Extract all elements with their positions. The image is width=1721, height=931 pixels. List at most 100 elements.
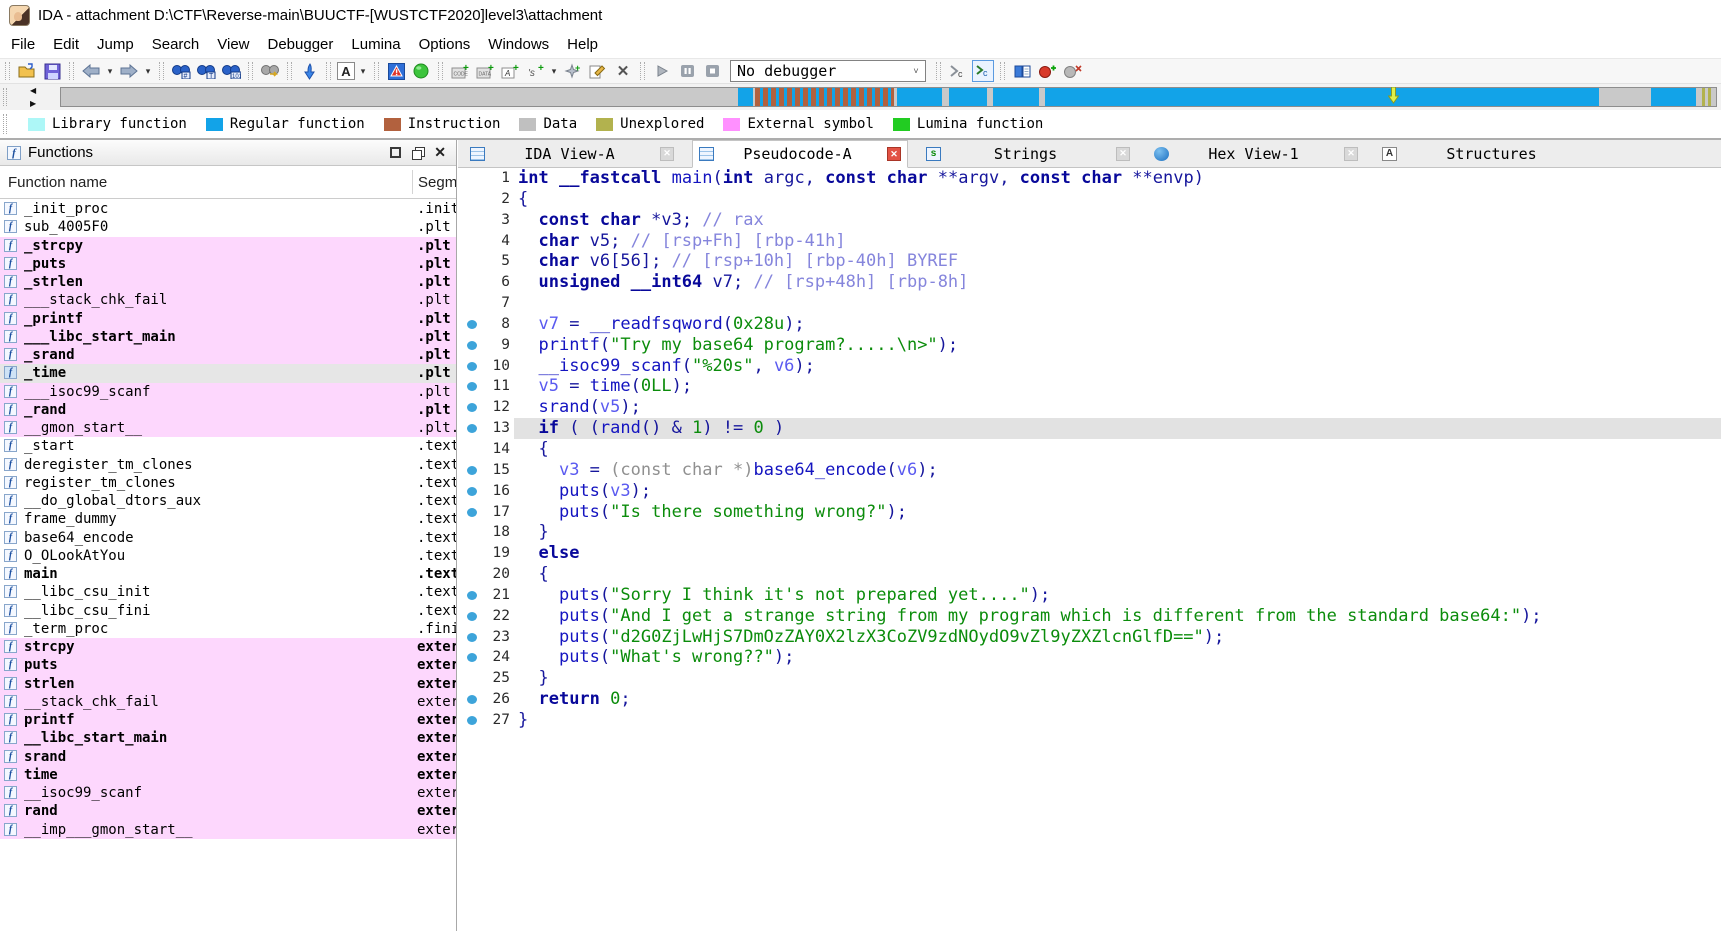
edit-function-icon[interactable] [587,60,609,82]
search-next-icon[interactable] [259,60,281,82]
function-row-_printf[interactable]: f_printf.plt [0,310,456,328]
create-string-dropdown-icon[interactable]: ▾ [549,66,559,77]
function-row-strlen[interactable]: fstrlenextern [0,675,456,693]
maximize-icon[interactable] [390,147,401,158]
debugger-selector[interactable]: No debugger ˅ [730,60,926,82]
patch-star-icon[interactable]: + [562,60,584,82]
function-row-___stack_chk_fail[interactable]: f___stack_chk_fail.plt [0,291,456,309]
code-line-25[interactable]: 25 } [458,668,1721,689]
code-line-3[interactable]: 3 const char *v3; // rax [458,210,1721,231]
function-row-___isoc99_scanf[interactable]: f___isoc99_scanf.plt [0,383,456,401]
debug-start-icon[interactable] [651,60,673,82]
column-divider[interactable] [412,170,413,194]
code-line-10[interactable]: 10 __isoc99_scanf("%20s", v6); [458,356,1721,377]
functions-panel-header[interactable]: f Functions ✕ [0,140,456,166]
code-line-1[interactable]: 1int __fastcall main(int argc, const cha… [458,168,1721,189]
function-row-frame_dummy[interactable]: fframe_dummy.text [0,510,456,528]
step-code-icon[interactable]: c [972,60,994,82]
menu-options[interactable]: Options [410,32,480,57]
function-row-_rand[interactable]: f_rand.plt [0,401,456,419]
pseudocode-pane[interactable]: 1int __fastcall main(int argc, const cha… [458,168,1721,931]
function-row-__libc_csu_fini[interactable]: f__libc_csu_fini.text [0,602,456,620]
function-row-___libc_start_main[interactable]: f___libc_start_main.plt [0,328,456,346]
search-by-name-icon[interactable]: # [170,60,192,82]
navigate-forward-dropdown-icon[interactable]: ▾ [143,66,153,77]
ascii-warning-icon[interactable] [385,60,407,82]
delete-function-icon[interactable]: ✕ [612,60,634,82]
navband-handle[interactable] [3,88,7,106]
function-row-__libc_start_main[interactable]: f__libc_start_mainextern [0,729,456,747]
code-line-27[interactable]: 27} [458,710,1721,731]
code-line-16[interactable]: 16 puts(v3); [458,481,1721,502]
column-segment[interactable]: Segment [418,166,456,199]
code-line-22[interactable]: 22 puts("And I get a strange string from… [458,606,1721,627]
legend-handle[interactable] [3,114,7,134]
menu-jump[interactable]: Jump [88,32,143,57]
open-file-icon[interactable] [16,60,38,82]
function-row-printf[interactable]: fprintfextern [0,711,456,729]
function-row-register_tm_clones[interactable]: fregister_tm_clones.text [0,474,456,492]
function-row-base64_encode[interactable]: fbase64_encode.text [0,529,456,547]
menu-help[interactable]: Help [558,32,607,57]
code-line-9[interactable]: 9 printf("Try my base64 program?.....\n>… [458,335,1721,356]
menu-lumina[interactable]: Lumina [342,32,409,57]
code-line-20[interactable]: 20 { [458,564,1721,585]
function-row-__gmon_start__[interactable]: f__gmon_start__.plt.got [0,419,456,437]
function-row-main[interactable]: fmain.text [0,565,456,583]
menu-view[interactable]: View [208,32,258,57]
tab-close-icon[interactable]: ✕ [887,147,901,161]
add-breakpoint-icon[interactable] [1036,60,1058,82]
step-source-icon[interactable]: c [947,60,969,82]
navband-right-icon[interactable]: ▶ [30,99,46,108]
function-row-_strlen[interactable]: f_strlen.plt [0,273,456,291]
code-line-23[interactable]: 23 puts("d2G0ZjLwHjS7DmOzZAY0X2lzX3CoZV9… [458,627,1721,648]
menu-edit[interactable]: Edit [44,32,88,57]
functions-column-header[interactable]: Function name Segment [0,166,456,199]
tab-strings[interactable]: sStrings✕ [920,140,1136,167]
function-row-_time[interactable]: f_time.plt [0,364,456,382]
navband-left-icon[interactable]: ◀ [30,86,46,95]
function-row-__stack_chk_fail[interactable]: f__stack_chk_failextern [0,693,456,711]
menu-file[interactable]: File [2,32,44,57]
toolbar-handle[interactable] [5,62,10,80]
navigate-forward-icon[interactable] [118,60,140,82]
function-row-O_OLookAtYou[interactable]: fO_OLookAtYou.text [0,547,456,565]
function-row-_init_proc[interactable]: f_init_proc.init [0,200,456,218]
debug-stop-icon[interactable] [701,60,723,82]
tab-close-icon[interactable]: ✕ [660,147,674,161]
code-line-11[interactable]: 11 v5 = time(0LL); [458,376,1721,397]
create-code-icon[interactable]: CODE+ [449,60,471,82]
menu-search[interactable]: Search [143,32,209,57]
code-line-6[interactable]: 6 unsigned __int64 v7; // [rsp+48h] [rbp… [458,272,1721,293]
menu-windows[interactable]: Windows [479,32,558,57]
close-panel-icon[interactable]: ✕ [434,147,446,158]
function-row-srand[interactable]: fsrandextern [0,748,456,766]
code-line-13[interactable]: 13 if ( (rand() & 1) != 0 ) [458,418,1721,439]
navigate-back-dropdown-icon[interactable]: ▾ [105,66,115,77]
code-line-26[interactable]: 26 return 0; [458,689,1721,710]
function-row-__isoc99_scanf[interactable]: f__isoc99_scanfextern [0,784,456,802]
code-line-7[interactable]: 7 [458,293,1721,314]
code-line-21[interactable]: 21 puts("Sorry I think it's not prepared… [458,585,1721,606]
function-row-time[interactable]: ftimeextern [0,766,456,784]
function-row-_puts[interactable]: f_puts.plt [0,255,456,273]
debug-pause-icon[interactable] [676,60,698,82]
function-row-__do_global_dtors_aux[interactable]: f__do_global_dtors_aux.text [0,492,456,510]
delete-breakpoint-icon[interactable] [1061,60,1083,82]
function-row-strcpy[interactable]: fstrcpyextern [0,638,456,656]
text-view-icon[interactable]: A [337,62,355,80]
code-line-14[interactable]: 14 { [458,439,1721,460]
code-line-15[interactable]: 15 v3 = (const char *)base64_encode(v6); [458,460,1721,481]
function-row-rand[interactable]: frandextern [0,802,456,820]
tab-structures[interactable]: AStructures [1376,140,1592,167]
function-row-__imp___gmon_start__[interactable]: f__imp___gmon_start__extern [0,821,456,839]
code-line-4[interactable]: 4 char v5; // [rsp+Fh] [rbp-41h] [458,231,1721,252]
tab-ida-view-a[interactable]: IDA View-A✕ [464,140,680,167]
code-line-2[interactable]: 2{ [458,189,1721,210]
code-line-24[interactable]: 24 puts("What's wrong??"); [458,647,1721,668]
tab-close-icon[interactable]: ✕ [1344,147,1358,161]
code-line-5[interactable]: 5 char v6[56]; // [rsp+10h] [rbp-40h] BY… [458,251,1721,272]
menu-debugger[interactable]: Debugger [259,32,343,57]
jump-arrow-icon[interactable] [298,60,320,82]
float-window-icon[interactable] [412,147,423,158]
